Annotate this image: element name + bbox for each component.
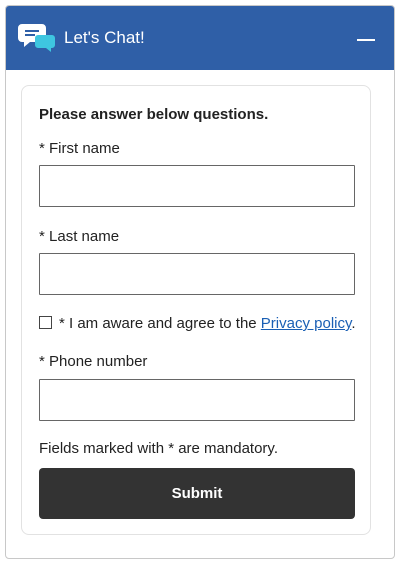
chat-title: Let's Chat! [64,28,145,47]
chat-widget: Let's Chat! Please answer below question… [5,5,395,559]
privacy-policy-link[interactable]: Privacy policy [261,315,352,332]
consent-text-after: . [351,315,356,332]
consent-row: * I am aware and agree to the Privacy po… [39,315,359,335]
consent-text-before: * I am aware and agree to the [59,315,261,332]
first-name-input[interactable] [39,165,355,207]
mandatory-note: Fields marked with * are mandatory. [39,440,278,457]
first-name-label: * First name [39,140,120,157]
phone-number-label: * Phone number [39,353,148,370]
minimize-icon [357,39,375,41]
last-name-label: * Last name [39,228,120,245]
consent-text: * I am aware and agree to the Privacy po… [59,315,356,332]
last-name-input[interactable] [39,253,355,295]
pre-chat-form: Please answer below questions. * First n… [21,85,371,535]
privacy-consent-checkbox[interactable] [39,316,52,329]
form-intro: Please answer below questions. [39,106,269,123]
chat-bubbles-icon [18,24,55,52]
phone-number-input[interactable] [39,379,355,421]
chat-header: Let's Chat! [6,6,394,70]
minimize-button[interactable] [352,24,380,52]
submit-button[interactable]: Submit [39,468,355,519]
